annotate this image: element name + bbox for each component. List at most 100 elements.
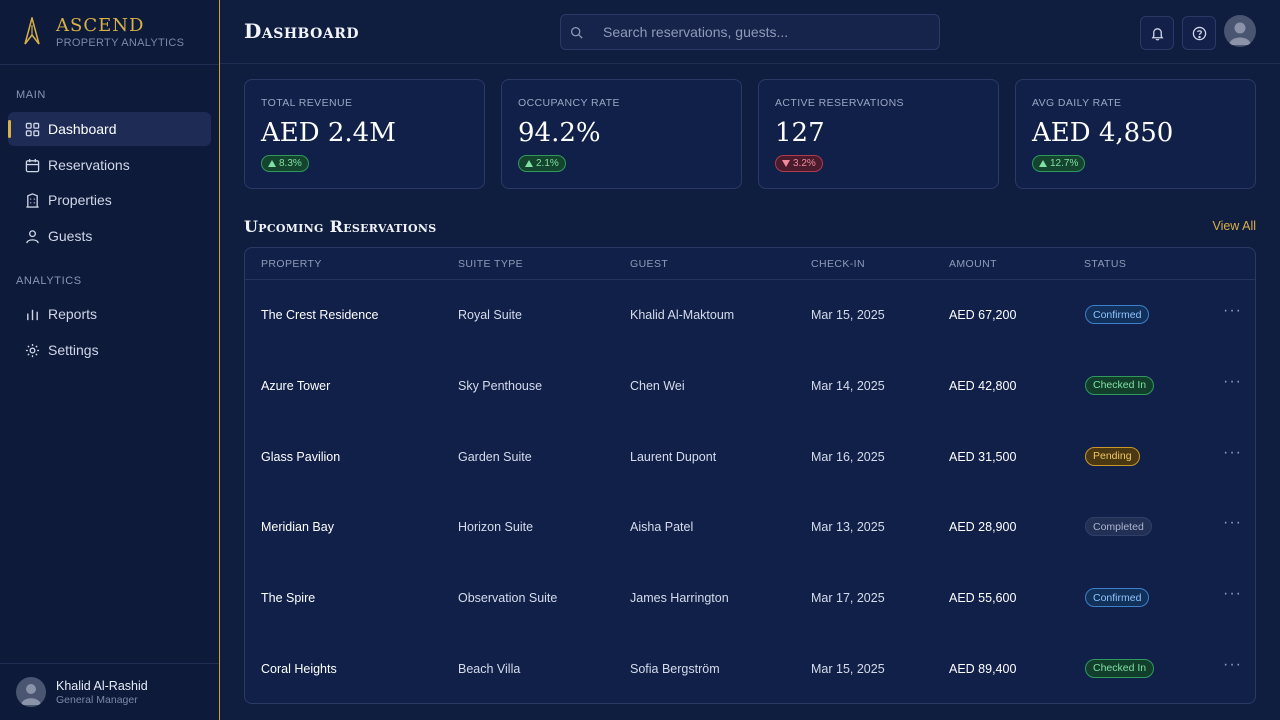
search-icon bbox=[570, 26, 583, 39]
sidebar-item-settings[interactable]: Settings bbox=[8, 333, 211, 367]
cell-suite-type: Observation Suite bbox=[458, 591, 558, 606]
sidebar-item-label: Reservations bbox=[48, 157, 130, 173]
cell-property: The Spire bbox=[261, 591, 316, 606]
change-badge: 2.1% bbox=[518, 155, 566, 172]
cell-guest: Khalid Al-Maktoum bbox=[630, 308, 735, 322]
cell-guest: Chen Wei bbox=[630, 378, 685, 393]
kpi-label: OCCUPANCY RATE bbox=[518, 97, 620, 109]
help-button[interactable] bbox=[1182, 16, 1216, 50]
table-row[interactable]: The Spire Observation Suite James Harringt… bbox=[245, 563, 1255, 634]
status-badge: Confirmed bbox=[1085, 588, 1150, 608]
table-row[interactable]: The Crest Residence Royal Suite Khalid Al-… bbox=[245, 280, 1255, 351]
cell-property: The Crest Residence bbox=[261, 308, 379, 322]
brand-subtitle: PROPERTY ANALYTICS bbox=[56, 36, 185, 49]
sidebar-item-dashboard[interactable]: Dashboard bbox=[8, 112, 211, 146]
cell-suite-type: Beach Villa bbox=[458, 661, 521, 676]
avatar bbox=[16, 677, 46, 707]
kpi-card-active-reservations[interactable]: ACTIVE RESERVATIONS 127 3.2% bbox=[758, 79, 999, 189]
more-options-icon[interactable]: ··· bbox=[1223, 444, 1242, 462]
cell-suite-type: Royal Suite bbox=[458, 308, 522, 322]
sidebar: ASCEND PROPERTY ANALYTICS MAIN Dashboard… bbox=[0, 0, 220, 720]
cell-property: Coral Heights bbox=[261, 661, 337, 676]
kpi-card-occupancy-rate[interactable]: OCCUPANCY RATE 94.2% 2.1% bbox=[501, 79, 742, 189]
table-header: PROPERTY SUITE TYPE GUEST CHECK-IN AMOUN… bbox=[245, 248, 1255, 280]
calendar-icon bbox=[24, 157, 40, 173]
cell-suite-type: Sky Penthouse bbox=[458, 378, 543, 393]
more-options-icon[interactable]: ··· bbox=[1223, 585, 1242, 603]
change-badge: 12.7% bbox=[1032, 155, 1086, 172]
table-body: The Crest Residence Royal Suite Khalid Al-… bbox=[245, 280, 1255, 703]
view-all-link[interactable]: View All bbox=[1212, 219, 1256, 233]
sidebar-item-properties[interactable]: Properties bbox=[8, 183, 211, 217]
search-input[interactable] bbox=[603, 24, 923, 40]
column-header-amount[interactable]: AMOUNT bbox=[949, 258, 997, 270]
kpi-card-total-revenue[interactable]: TOTAL REVENUE AED 2.4M 8.3% bbox=[244, 79, 485, 189]
nav-section-analytics: ANALYTICS bbox=[16, 275, 82, 287]
column-header-property[interactable]: PROPERTY bbox=[261, 258, 322, 270]
status-badge: Checked In bbox=[1085, 658, 1155, 678]
more-options-icon[interactable]: ··· bbox=[1223, 514, 1242, 532]
sidebar-item-label: Reports bbox=[48, 306, 98, 322]
cell-check-in: Mar 15, 2025 bbox=[811, 308, 885, 322]
cell-amount: AED 42,800 bbox=[949, 378, 1017, 393]
kpi-value: 127 bbox=[775, 118, 825, 148]
column-header-guest[interactable]: GUEST bbox=[630, 258, 668, 270]
cell-property: Meridian Bay bbox=[261, 520, 334, 535]
cell-amount: AED 67,200 bbox=[949, 308, 1017, 322]
kpi-label: AVG DAILY RATE bbox=[1032, 97, 1122, 109]
cell-property: Glass Pavilion bbox=[261, 449, 341, 464]
table-row[interactable]: Meridian Bay Horizon Suite Aisha Patel Mar … bbox=[245, 492, 1255, 563]
bell-icon bbox=[1151, 27, 1163, 40]
table-row[interactable]: Glass Pavilion Garden Suite Laurent Dupont… bbox=[245, 422, 1255, 493]
more-options-icon[interactable]: ··· bbox=[1223, 302, 1242, 320]
gear-icon bbox=[24, 342, 40, 358]
cell-amount: AED 31,500 bbox=[949, 449, 1017, 464]
change-value: 3.2% bbox=[793, 158, 816, 169]
arrow-down-icon bbox=[782, 160, 790, 167]
column-header-suite-type[interactable]: SUITE TYPE bbox=[458, 258, 523, 270]
cell-suite-type: Garden Suite bbox=[458, 449, 532, 464]
table-row[interactable]: Coral Heights Beach Villa Sofia Bergström M… bbox=[245, 634, 1255, 703]
brand-name: ASCEND bbox=[56, 14, 145, 36]
page-title: Dashboard bbox=[244, 19, 359, 43]
status-badge: Pending bbox=[1085, 446, 1140, 466]
sidebar-item-label: Dashboard bbox=[48, 121, 117, 137]
column-header-status[interactable]: STATUS bbox=[1084, 258, 1126, 270]
profile-avatar-button[interactable] bbox=[1224, 15, 1256, 47]
status-badge: Completed bbox=[1085, 517, 1152, 537]
sidebar-item-reports[interactable]: Reports bbox=[8, 297, 211, 331]
table-row[interactable]: Azure Tower Sky Penthouse Chen Wei Mar 14, … bbox=[245, 351, 1255, 422]
user-role: General Manager bbox=[56, 693, 138, 706]
search-bar[interactable] bbox=[560, 14, 940, 50]
help-icon bbox=[1192, 26, 1206, 40]
change-value: 8.3% bbox=[279, 158, 302, 169]
cell-amount: AED 55,600 bbox=[949, 591, 1017, 606]
cell-check-in: Mar 17, 2025 bbox=[811, 591, 885, 606]
more-options-icon[interactable]: ··· bbox=[1223, 656, 1242, 674]
sidebar-item-reservations[interactable]: Reservations bbox=[8, 148, 211, 182]
grid-icon bbox=[24, 121, 40, 137]
bar-chart-icon bbox=[24, 306, 40, 322]
brand-logo-icon bbox=[24, 17, 40, 45]
cell-check-in: Mar 16, 2025 bbox=[811, 449, 885, 464]
cell-check-in: Mar 15, 2025 bbox=[811, 661, 885, 676]
notifications-button[interactable] bbox=[1140, 16, 1174, 50]
sidebar-item-label: Guests bbox=[48, 228, 93, 244]
change-badge: 3.2% bbox=[775, 155, 823, 172]
kpi-value: AED 4,850 bbox=[1032, 118, 1174, 148]
kpi-card-avg-daily-rate[interactable]: AVG DAILY RATE AED 4,850 12.7% bbox=[1015, 79, 1256, 189]
user-icon bbox=[24, 228, 40, 244]
sidebar-item-guests[interactable]: Guests bbox=[8, 219, 211, 253]
building-icon bbox=[24, 192, 40, 208]
change-badge: 8.3% bbox=[261, 155, 309, 172]
kpi-value: AED 2.4M bbox=[261, 118, 396, 148]
column-header-check-in[interactable]: CHECK-IN bbox=[811, 258, 865, 270]
cell-guest: James Harrington bbox=[630, 591, 729, 606]
reservations-table: PROPERTY SUITE TYPE GUEST CHECK-IN AMOUN… bbox=[244, 247, 1256, 704]
arrow-up-icon bbox=[525, 160, 533, 167]
status-badge: Checked In bbox=[1085, 375, 1155, 395]
brand[interactable]: ASCEND PROPERTY ANALYTICS bbox=[0, 0, 219, 65]
user-profile[interactable]: Khalid Al-Rashid General Manager bbox=[0, 663, 219, 720]
kpi-label: ACTIVE RESERVATIONS bbox=[775, 97, 904, 109]
more-options-icon[interactable]: ··· bbox=[1223, 373, 1242, 391]
